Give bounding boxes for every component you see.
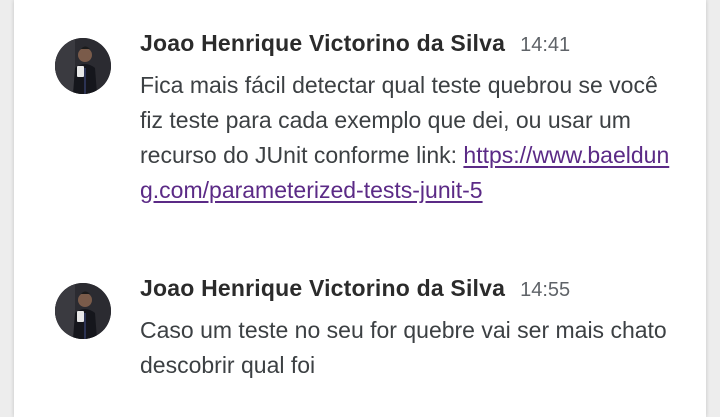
message-header: Joao Henrique Victorino da Silva 14:55 — [140, 275, 680, 305]
timestamp: 14:41 — [520, 34, 571, 56]
message-text: Caso um teste no seu for quebre vai ser … — [140, 317, 667, 378]
avatar[interactable] — [55, 38, 111, 94]
author-name[interactable]: Joao Henrique Victorino da Silva — [140, 30, 505, 57]
author-name[interactable]: Joao Henrique Victorino da Silva — [140, 275, 505, 302]
timestamp: 14:55 — [520, 279, 571, 301]
person-photo-icon — [55, 38, 111, 94]
message-body: Caso um teste no seu for quebre vai ser … — [140, 313, 680, 383]
message-header: Joao Henrique Victorino da Silva 14:41 — [140, 30, 680, 60]
chat-thread: Joao Henrique Victorino da Silva 14:41 F… — [14, 0, 706, 417]
avatar[interactable] — [55, 283, 111, 339]
message-body: Fica mais fácil detectar qual teste queb… — [140, 68, 680, 208]
person-photo-icon — [55, 283, 111, 339]
